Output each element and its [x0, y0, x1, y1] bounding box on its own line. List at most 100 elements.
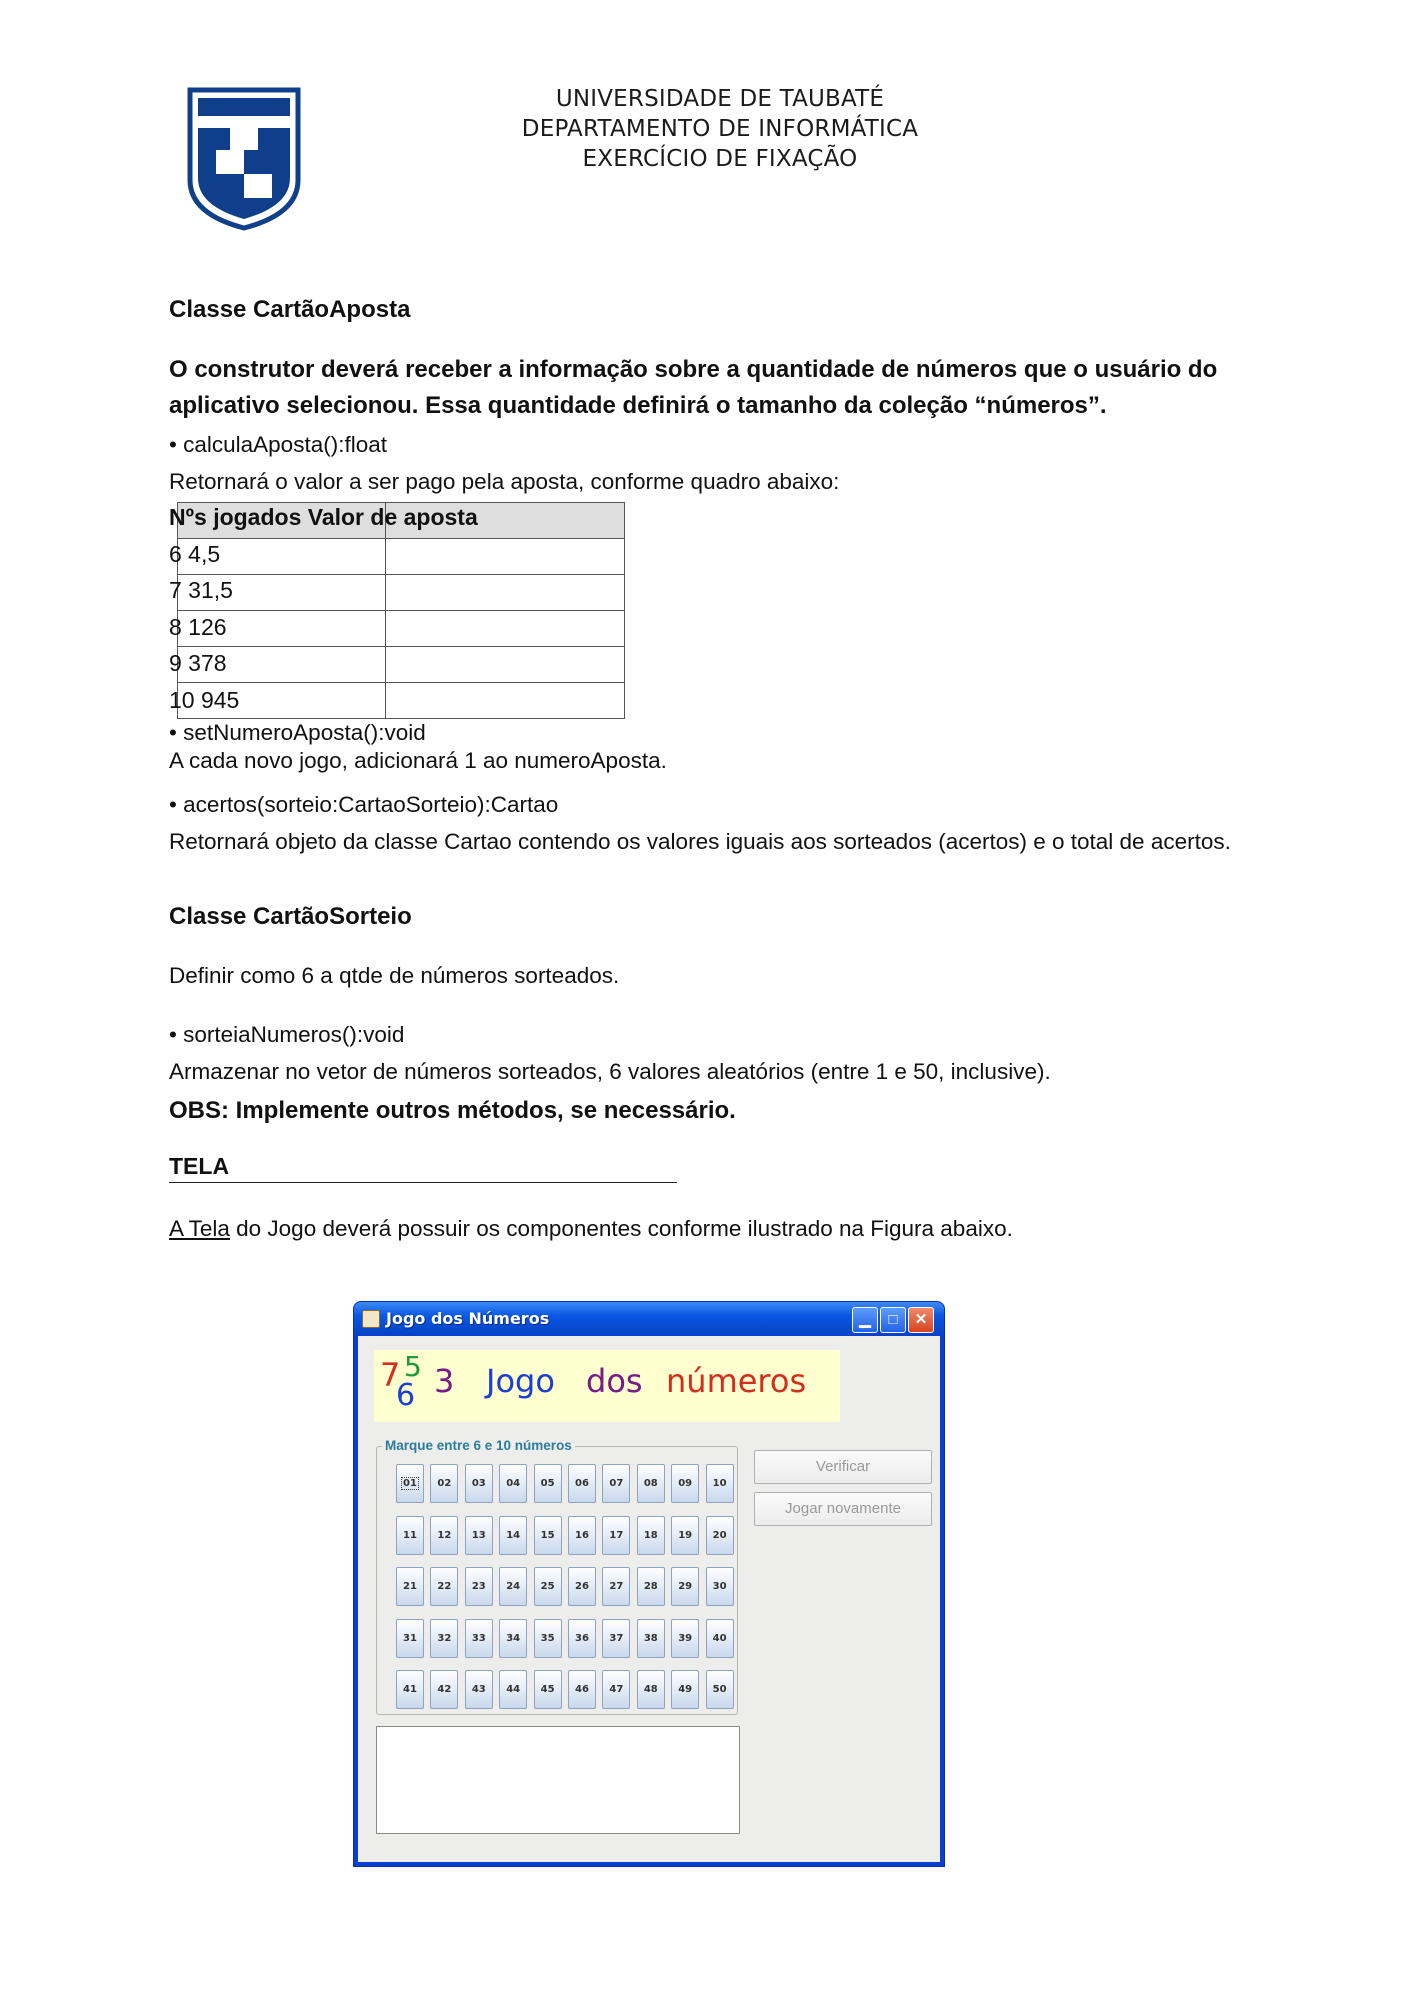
number-toggle-button[interactable]: 08 — [636, 1464, 665, 1503]
price-table — [176, 502, 625, 719]
number-toggle-label: 47 — [609, 1684, 624, 1695]
number-toggle-button[interactable]: 02 — [430, 1464, 459, 1503]
document-header: UNIVERSIDADE DE TAUBATÉ DEPARTAMENTO DE … — [460, 84, 980, 174]
number-toggle-label: 40 — [712, 1632, 727, 1644]
number-toggle-label: 08 — [643, 1478, 658, 1489]
number-toggle-button[interactable]: 26 — [568, 1567, 596, 1606]
obs-note: OBS: Implemente outros métodos, se neces… — [169, 1097, 736, 1124]
number-toggle-button[interactable]: 41 — [396, 1670, 424, 1709]
number-toggle-button[interactable]: 29 — [671, 1567, 700, 1606]
number-toggle-button[interactable]: 50 — [705, 1670, 734, 1709]
number-toggle-label: 34 — [506, 1632, 521, 1644]
number-toggle-button[interactable]: 13 — [464, 1515, 493, 1555]
section-title-cartao-sorteio: Classe CartãoSorteio — [169, 903, 412, 930]
method-acertos-description: Retornará objeto da classe Cartao conten… — [169, 829, 1231, 854]
number-toggle-button[interactable]: 43 — [464, 1670, 493, 1709]
number-toggle-button[interactable]: 49 — [671, 1670, 700, 1709]
number-toggle-label: 49 — [678, 1684, 693, 1695]
price-table-row: 9 378 — [169, 650, 227, 676]
number-toggle-button[interactable]: 28 — [636, 1567, 665, 1606]
number-toggle-label: 38 — [643, 1632, 658, 1644]
number-toggle-button[interactable]: 10 — [705, 1464, 734, 1503]
verify-button[interactable]: Verificar — [754, 1450, 932, 1484]
window-titlebar[interactable]: Jogo dos Números ▁ □ ✕ — [354, 1302, 944, 1336]
number-toggle-button[interactable]: 37 — [602, 1618, 631, 1658]
number-toggle-button[interactable]: 42 — [430, 1670, 459, 1709]
number-toggle-label: 27 — [609, 1581, 624, 1592]
number-toggle-label: 04 — [506, 1478, 521, 1489]
number-toggle-button[interactable]: 36 — [568, 1618, 596, 1658]
number-toggle-label: 32 — [437, 1632, 452, 1644]
method-acertos: • acertos(sorteio:CartaoSorteio):Cartao — [169, 792, 559, 817]
number-toggle-label: 10 — [712, 1478, 727, 1489]
university-logo — [187, 87, 301, 231]
number-toggle-button[interactable]: 20 — [705, 1515, 734, 1555]
number-toggle-button[interactable]: 35 — [533, 1618, 562, 1658]
number-toggle-button[interactable]: 15 — [533, 1515, 562, 1555]
number-toggle-button[interactable]: 45 — [533, 1670, 562, 1709]
number-toggle-button[interactable]: 05 — [533, 1464, 562, 1503]
number-toggle-label: 43 — [471, 1684, 486, 1695]
number-toggle-button[interactable]: 38 — [636, 1618, 665, 1658]
number-toggle-button[interactable]: 47 — [602, 1670, 631, 1709]
number-toggle-button[interactable]: 07 — [602, 1464, 631, 1503]
minimize-icon[interactable]: ▁ — [852, 1307, 878, 1333]
number-toggle-button[interactable]: 40 — [705, 1618, 734, 1658]
number-toggle-button[interactable]: 23 — [464, 1567, 493, 1606]
result-textarea[interactable] — [376, 1726, 740, 1834]
number-toggle-button[interactable]: 06 — [568, 1464, 596, 1503]
number-toggle-button[interactable]: 33 — [464, 1618, 493, 1658]
number-toggle-label: 19 — [678, 1529, 693, 1541]
number-toggle-button[interactable]: 34 — [499, 1618, 528, 1658]
number-toggle-button[interactable]: 27 — [602, 1567, 631, 1606]
number-toggle-button[interactable]: 16 — [568, 1515, 596, 1555]
number-toggle-label: 17 — [609, 1529, 624, 1541]
number-toggle-button[interactable]: 19 — [671, 1515, 700, 1555]
number-toggle-label: 31 — [403, 1632, 417, 1644]
number-toggle-button[interactable]: 03 — [464, 1464, 493, 1503]
number-toggle-button[interactable]: 14 — [499, 1515, 528, 1555]
tela-description-link[interactable]: A Tela — [169, 1216, 230, 1241]
replay-button[interactable]: Jogar novamente — [754, 1492, 932, 1526]
window-content: 7 5 6 3 Jogo dos números Marque entre 6 … — [358, 1336, 940, 1862]
header-line-exercise: EXERCÍCIO DE FIXAÇÃO — [582, 146, 858, 172]
method-sorteia-numeros: • sorteiaNumeros():void — [169, 1022, 405, 1047]
number-toggle-button[interactable]: 04 — [499, 1464, 528, 1503]
banner-word-numeros: números — [666, 1362, 807, 1400]
number-toggle-button[interactable]: 18 — [636, 1515, 665, 1555]
number-toggle-button[interactable]: 09 — [671, 1464, 700, 1503]
java-cup-icon — [362, 1310, 380, 1328]
number-toggle-label: 36 — [575, 1632, 589, 1644]
number-toggle-button[interactable]: 21 — [396, 1567, 424, 1606]
number-toggle-label: 46 — [575, 1684, 589, 1695]
number-toggle-button[interactable]: 11 — [396, 1515, 424, 1555]
number-toggle-button[interactable]: 24 — [499, 1567, 528, 1606]
number-toggle-button[interactable]: 17 — [602, 1515, 631, 1555]
number-toggle-button[interactable]: 22 — [430, 1567, 459, 1606]
number-toggle-label: 23 — [471, 1581, 486, 1592]
number-toggle-button[interactable]: 12 — [430, 1515, 459, 1555]
number-toggle-label: 18 — [643, 1529, 658, 1541]
number-toggle-label: 42 — [437, 1684, 452, 1695]
number-toggle-button[interactable]: 30 — [705, 1567, 734, 1606]
number-toggle-label: 12 — [437, 1529, 452, 1541]
maximize-icon[interactable]: □ — [880, 1307, 906, 1333]
number-toggle-button[interactable]: 31 — [396, 1618, 424, 1658]
number-toggle-button[interactable]: 46 — [568, 1670, 596, 1709]
number-toggle-button[interactable]: 44 — [499, 1670, 528, 1709]
number-toggle-label: 22 — [437, 1581, 452, 1592]
number-toggle-button[interactable]: 48 — [636, 1670, 665, 1709]
number-toggle-button[interactable]: 32 — [430, 1618, 459, 1658]
close-icon[interactable]: ✕ — [908, 1307, 934, 1333]
banner-digit: 3 — [434, 1362, 455, 1400]
number-toggle-button[interactable]: 01 — [396, 1464, 424, 1503]
number-toggle-label: 24 — [506, 1581, 521, 1592]
method-set-numero-aposta: • setNumeroAposta():void — [169, 720, 426, 745]
number-toggle-button[interactable]: 25 — [533, 1567, 562, 1606]
number-toggle-label: 44 — [506, 1684, 521, 1695]
number-toggle-label: 03 — [471, 1478, 486, 1489]
number-toggle-label: 26 — [575, 1581, 589, 1592]
number-toggle-label: 16 — [575, 1529, 589, 1541]
number-toggle-button[interactable]: 39 — [671, 1618, 700, 1658]
price-table-row: 7 31,5 — [169, 577, 233, 603]
